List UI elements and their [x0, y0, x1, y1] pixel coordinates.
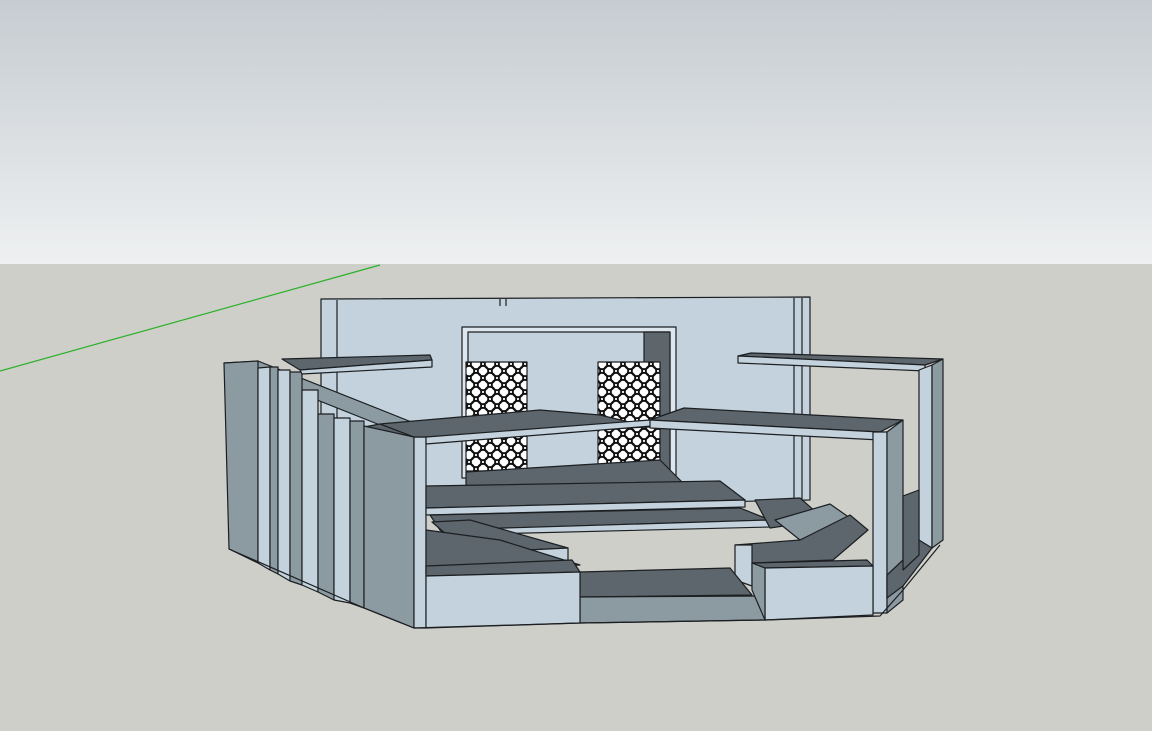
upper-right-post-side [931, 358, 944, 549]
scene-canvas[interactable] [0, 0, 1152, 731]
front-frame-left-post [413, 436, 427, 629]
center-well-front [579, 595, 766, 624]
3d-viewport[interactable] [0, 0, 1152, 731]
front-right-platform-face [764, 565, 874, 621]
upper-right-post [918, 364, 933, 556]
center-well-back [579, 567, 753, 598]
front-left-block-face [363, 425, 415, 629]
right-base-side [902, 489, 920, 571]
left-wall-face [223, 360, 259, 564]
front-left-platform-face [425, 571, 581, 629]
sky [0, 0, 1152, 264]
right-frame-post [872, 431, 888, 614]
